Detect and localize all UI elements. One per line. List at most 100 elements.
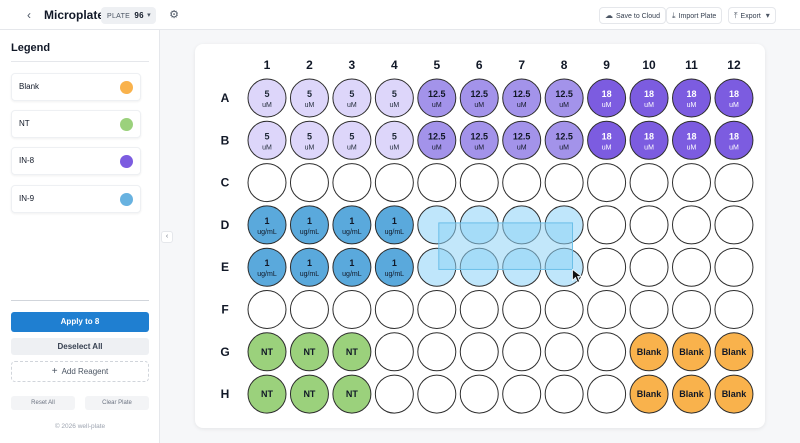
well-F11[interactable] [672, 290, 711, 329]
well-D1[interactable]: 1 ug/mL [247, 205, 287, 245]
well-C2[interactable] [289, 163, 329, 203]
row-header[interactable]: E [221, 260, 229, 274]
well-H6[interactable] [459, 374, 499, 414]
well-H9[interactable] [587, 374, 627, 414]
row-header[interactable]: D [221, 218, 230, 232]
well-B10[interactable]: 18 uM [629, 120, 669, 160]
well-A9[interactable]: 18 uM [587, 78, 627, 118]
well-D10[interactable] [629, 205, 669, 245]
column-header[interactable]: 1 [264, 58, 271, 72]
well-E4[interactable]: 1 ug/mL [374, 247, 414, 287]
well-E10[interactable] [629, 247, 669, 287]
well-E2[interactable]: 1 ug/mL [289, 247, 329, 287]
well-E11[interactable] [672, 247, 711, 287]
well-C7[interactable] [502, 163, 542, 203]
well-E9[interactable] [587, 247, 627, 287]
well-B1[interactable]: 5 uM [247, 120, 287, 160]
well-G8[interactable] [544, 332, 584, 372]
well-A1[interactable]: 5 uM [247, 78, 287, 118]
well-F1[interactable] [247, 290, 287, 329]
well-G6[interactable] [459, 332, 499, 372]
well-G5[interactable] [417, 332, 457, 372]
well-B5[interactable]: 12.5 uM [417, 120, 457, 160]
row-header[interactable]: F [221, 303, 228, 317]
well-B2[interactable]: 5 uM [289, 120, 329, 160]
row-header[interactable]: B [221, 133, 230, 147]
well-C4[interactable] [374, 163, 414, 203]
legend-item-nt[interactable]: NT [11, 110, 141, 138]
row-header[interactable]: C [221, 176, 230, 190]
well-C5[interactable] [417, 163, 457, 203]
well-H12[interactable]: Blank [714, 374, 754, 414]
well-C9[interactable] [587, 163, 627, 203]
plate-size-select[interactable]: PLATE 96 ▾ [101, 7, 156, 24]
well-H5[interactable] [417, 374, 457, 414]
well-A5[interactable]: 12.5 uM [417, 78, 457, 118]
well-D4[interactable]: 1 ug/mL [374, 205, 414, 245]
plate-grid[interactable]: 1 2 3 4 5 6 7 8 9 10 11 12ABCDEFGH5uM5uM5uM5uM12.5u… [195, 44, 765, 428]
row-header[interactable]: H [221, 387, 230, 401]
well-B6[interactable]: 12.5 uM [459, 120, 499, 160]
well-E12[interactable] [714, 247, 754, 287]
well-A4[interactable]: 5 uM [374, 78, 414, 118]
well-B4[interactable]: 5 uM [374, 120, 414, 160]
legend-color-swatch[interactable] [120, 118, 133, 131]
apply-button[interactable]: Apply to 8 [11, 312, 149, 332]
column-header[interactable]: 4 [391, 58, 398, 72]
well-F3[interactable] [332, 290, 372, 329]
well-F12[interactable] [714, 290, 754, 329]
export-button[interactable]: ⤒ Export ▾ [728, 7, 776, 24]
well-E1[interactable]: 1 ug/mL [247, 247, 287, 287]
well-H3[interactable]: NT [332, 374, 372, 414]
well-C11[interactable] [672, 163, 711, 203]
well-D9[interactable] [587, 205, 627, 245]
well-C12[interactable] [714, 163, 754, 203]
well-B7[interactable]: 12.5 uM [502, 120, 542, 160]
add-reagent-button[interactable]: + Add Reagent [11, 361, 149, 382]
legend-color-swatch[interactable] [120, 193, 133, 206]
clear-plate-button[interactable]: Clear Plate [85, 396, 149, 410]
well-B8[interactable]: 12.5 uM [544, 120, 584, 160]
well-C10[interactable] [629, 163, 669, 203]
legend-item-in-9[interactable]: IN-9 [11, 185, 141, 213]
import-plate-button[interactable]: ⤓ Import Plate [666, 7, 723, 24]
well-G3[interactable]: NT [332, 332, 372, 372]
well-H8[interactable] [544, 374, 584, 414]
well-E3[interactable]: 1 ug/mL [332, 247, 372, 287]
save-to-cloud-button[interactable]: ☁ Save to Cloud [599, 7, 666, 24]
well-G2[interactable]: NT [289, 332, 329, 372]
column-header[interactable]: 2 [306, 58, 313, 72]
well-C1[interactable] [247, 163, 287, 203]
reset-all-button[interactable]: Reset All [11, 396, 75, 410]
well-A8[interactable]: 12.5 uM [544, 78, 584, 118]
column-header[interactable]: 9 [603, 58, 610, 72]
well-D2[interactable]: 1 ug/mL [289, 205, 329, 245]
well-G12[interactable]: Blank [714, 332, 754, 372]
well-A2[interactable]: 5 uM [289, 78, 329, 118]
column-header[interactable]: 10 [642, 58, 656, 72]
well-A12[interactable]: 18 uM [714, 78, 754, 118]
column-header[interactable]: 5 [433, 58, 440, 72]
legend-color-swatch[interactable] [120, 155, 133, 168]
well-B11[interactable]: 18 uM [672, 120, 711, 160]
column-header[interactable]: 8 [561, 58, 568, 72]
well-G11[interactable]: Blank [672, 332, 711, 372]
well-F6[interactable] [459, 290, 499, 329]
well-G4[interactable] [374, 332, 414, 372]
well-B9[interactable]: 18 uM [587, 120, 627, 160]
well-B3[interactable]: 5 uM [332, 120, 372, 160]
column-header[interactable]: 7 [518, 58, 525, 72]
well-F8[interactable] [544, 290, 584, 329]
collapse-sidebar-button[interactable]: ‹ [161, 231, 173, 243]
row-header[interactable]: A [221, 91, 230, 105]
row-header[interactable]: G [220, 345, 229, 359]
well-D11[interactable] [672, 205, 711, 245]
well-H7[interactable] [502, 374, 542, 414]
well-H1[interactable]: NT [247, 374, 287, 414]
well-C3[interactable] [332, 163, 372, 203]
well-H4[interactable] [374, 374, 414, 414]
well-G9[interactable] [587, 332, 627, 372]
well-F2[interactable] [289, 290, 329, 329]
well-H10[interactable]: Blank [629, 374, 669, 414]
well-B12[interactable]: 18 uM [714, 120, 754, 160]
